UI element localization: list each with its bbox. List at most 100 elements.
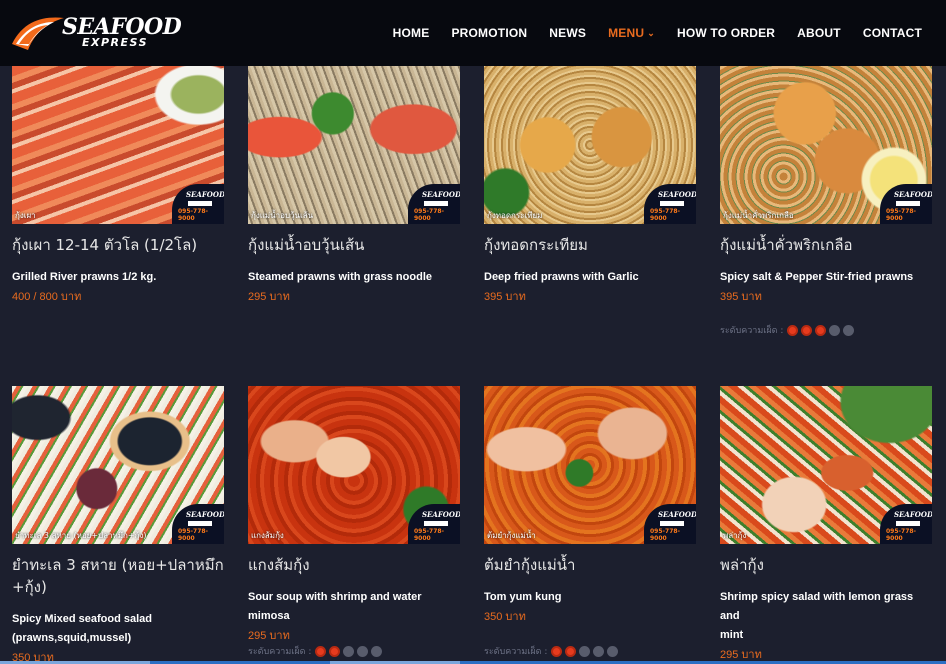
chili-off-icon — [829, 324, 841, 336]
menu-card[interactable]: กุ้งเผา SEAFOOD 095-778-9000 กุ้งเผา 12-1… — [12, 66, 224, 305]
brand-badge: SEAFOOD 095-778-9000 — [880, 184, 932, 224]
dish-price: 400 / 800 บาท — [12, 291, 82, 303]
dish-photo[interactable]: ยำทะเล 3 สหาย (หอย+ปลาหมึก+กุ้ง) SEAFOOD… — [12, 386, 224, 544]
dish-english-name: Grilled River prawns 1/2 kg. — [12, 271, 157, 283]
dish-photo[interactable]: กุ้งแม่น้ำอบวุ้นเส้น SEAFOOD 095-778-9000 — [248, 66, 460, 224]
brand-badge: SEAFOOD 095-778-9000 — [644, 184, 696, 224]
brand-logo[interactable]: SEAFOOD EXPRESS — [10, 12, 182, 56]
badge-phone: 095-778-9000 — [178, 528, 209, 542]
badge-phone: 095-778-9000 — [650, 208, 681, 222]
badge-brand: SEAFOOD — [186, 190, 224, 199]
nav-menu[interactable]: MENU ⌄ — [608, 26, 655, 40]
brand-badge: SEAFOOD 095-778-9000 — [644, 504, 696, 544]
chili-off-icon — [579, 645, 591, 657]
dish-thai-name: ยำทะเล 3 สหาย (หอย+ปลาหมึก +กุ้ง) — [12, 554, 224, 598]
nav-home-label: HOME — [392, 26, 430, 40]
dish-thai-name-line1: ยำทะเล 3 สหาย (หอย+ปลาหมึก — [12, 556, 224, 574]
dish-price: 350 บาท — [484, 611, 526, 623]
badge-brand: SEAFOOD — [894, 190, 932, 199]
dish-price: 295 บาท — [248, 291, 290, 303]
dish-thai-name: กุ้งทอดกระเทียม — [484, 236, 588, 254]
chili-off-icon — [371, 645, 383, 657]
chili-on-icon — [787, 324, 799, 336]
badge-brand: SEAFOOD — [422, 190, 460, 199]
chili-off-icon — [593, 645, 605, 657]
dish-english-name: Tom yum kung — [484, 591, 562, 603]
badge-phone: 095-778-9000 — [650, 528, 681, 542]
dish-photo[interactable]: ต้มยำกุ้งแม่น้ำ SEAFOOD 095-778-9000 — [484, 386, 696, 544]
top-navbar: SEAFOOD EXPRESS HOME PROMOTION NEWS MENU… — [0, 0, 946, 66]
dish-english-name-line1: Shrimp spicy salad with lemon grass and — [720, 591, 914, 622]
chili-on-icon — [315, 645, 327, 657]
dish-english-name: Spicy Mixed seafood salad (prawns,squid,m… — [12, 610, 224, 648]
spicy-level-label: ระดับความเผ็ด : — [484, 647, 548, 657]
badge-brand: SEAFOOD — [658, 190, 696, 199]
logo-swoosh-icon — [12, 17, 64, 51]
spicy-level: ระดับความเผ็ด : — [720, 323, 857, 337]
spicy-level-label: ระดับความเผ็ด : — [720, 326, 784, 336]
chili-on-icon — [801, 324, 813, 336]
dish-photo[interactable]: พล่ากุ้ง SEAFOOD 095-778-9000 — [720, 386, 932, 544]
menu-card[interactable]: กุ้งแม่น้ำคั่วพริกเกลือ SEAFOOD 095-778-9… — [720, 66, 932, 305]
dish-english-name-line1: Spicy Mixed seafood salad — [12, 613, 152, 625]
badge-phone: 095-778-9000 — [886, 208, 917, 222]
dish-thai-name-line2: +กุ้ง) — [12, 578, 47, 596]
dish-english-name: Spicy salt & Pepper Stir-fried prawns — [720, 271, 914, 283]
nav-news[interactable]: NEWS — [549, 26, 586, 40]
badge-phone: 095-778-9000 — [414, 528, 445, 542]
badge-phone: 095-778-9000 — [886, 528, 917, 542]
nav-promotion[interactable]: PROMOTION — [451, 26, 527, 40]
dish-english-name: Sour soup with shrimp and water mimosa — [248, 591, 422, 622]
dish-thai-name: กุ้งเผา 12-14 ตัวโล (1/2โล) — [12, 236, 198, 254]
menu-card[interactable]: ต้มยำกุ้งแม่น้ำ SEAFOOD 095-778-9000 ต้มย… — [484, 386, 696, 625]
main-nav: HOME PROMOTION NEWS MENU ⌄ HOW TO ORDER A… — [371, 0, 946, 66]
photo-caption: กุ้งแม่น้ำอบวุ้นเส้น — [251, 211, 314, 220]
nav-news-label: NEWS — [549, 26, 587, 40]
dish-thai-name: กุ้งแม่น้ำคั่วพริกเกลือ — [720, 236, 853, 254]
menu-card[interactable]: พล่ากุ้ง SEAFOOD 095-778-9000 พล่ากุ้ง Sh… — [720, 386, 932, 663]
dish-english-name: Shrimp spicy salad with lemon grass and m… — [720, 588, 932, 645]
nav-home[interactable]: HOME — [393, 26, 430, 40]
menu-card[interactable]: กุ้งแม่น้ำอบวุ้นเส้น SEAFOOD 095-778-9000… — [248, 66, 460, 305]
chili-off-icon — [607, 645, 619, 657]
badge-brand: SEAFOOD — [658, 510, 696, 519]
nav-contact-label: CONTACT — [862, 26, 922, 40]
brand-subname: EXPRESS — [82, 36, 148, 49]
brand-badge: SEAFOOD 095-778-9000 — [880, 504, 932, 544]
chevron-down-icon: ⌄ — [647, 27, 655, 38]
photo-caption: ยำทะเล 3 สหาย (หอย+ปลาหมึก+กุ้ง) — [15, 531, 147, 540]
menu-card[interactable]: ยำทะเล 3 สหาย (หอย+ปลาหมึก +กุ้ง) SEAFOOD… — [12, 386, 224, 664]
dish-english-name: Steamed prawns with grass noodle — [248, 271, 432, 283]
photo-caption: กุ้งทอดกระเทียม — [487, 211, 543, 220]
dish-price: 295 บาท — [248, 630, 290, 642]
badge-brand: SEAFOOD — [422, 510, 460, 519]
nav-menu-label: MENU — [608, 26, 645, 40]
photo-caption: แกงส้มกุ้ง — [251, 531, 284, 540]
chili-off-icon — [357, 645, 369, 657]
chili-on-icon — [551, 645, 563, 657]
dish-english-name-line2: (prawns,squid,mussel) — [12, 632, 132, 644]
nav-contact[interactable]: CONTACT — [863, 26, 922, 40]
dish-photo[interactable]: กุ้งทอดกระเทียม SEAFOOD 095-778-9000 — [484, 66, 696, 224]
nav-about-label: ABOUT — [797, 26, 841, 40]
brand-badge: SEAFOOD 095-778-9000 — [408, 184, 460, 224]
nav-promotion-label: PROMOTION — [451, 26, 528, 40]
chili-on-icon — [565, 645, 577, 657]
badge-brand: SEAFOOD — [186, 510, 224, 519]
dish-thai-name: พล่ากุ้ง — [720, 556, 764, 574]
menu-card[interactable]: กุ้งทอดกระเทียม SEAFOOD 095-778-9000 กุ้ง… — [484, 66, 696, 305]
brand-badge: SEAFOOD 095-778-9000 — [172, 504, 224, 544]
dish-photo[interactable]: กุ้งเผา SEAFOOD 095-778-9000 — [12, 66, 224, 224]
dish-thai-name: แกงส้มกุ้ง — [248, 556, 310, 574]
nav-about[interactable]: ABOUT — [797, 26, 841, 40]
menu-card[interactable]: แกงส้มกุ้ง SEAFOOD 095-778-9000 แกงส้มกุ้… — [248, 386, 460, 644]
photo-caption: กุ้งเผา — [15, 211, 36, 220]
dish-photo[interactable]: แกงส้มกุ้ง SEAFOOD 095-778-9000 — [248, 386, 460, 544]
spicy-level: ระดับความเผ็ด : — [248, 644, 385, 658]
brand-badge: SEAFOOD 095-778-9000 — [408, 504, 460, 544]
dish-photo[interactable]: กุ้งแม่น้ำคั่วพริกเกลือ SEAFOOD 095-778-9… — [720, 66, 932, 224]
photo-caption: ต้มยำกุ้งแม่น้ำ — [487, 531, 536, 540]
chili-on-icon — [329, 645, 341, 657]
photo-caption: กุ้งแม่น้ำคั่วพริกเกลือ — [723, 211, 794, 220]
nav-how-to-order[interactable]: HOW TO ORDER — [677, 26, 775, 40]
